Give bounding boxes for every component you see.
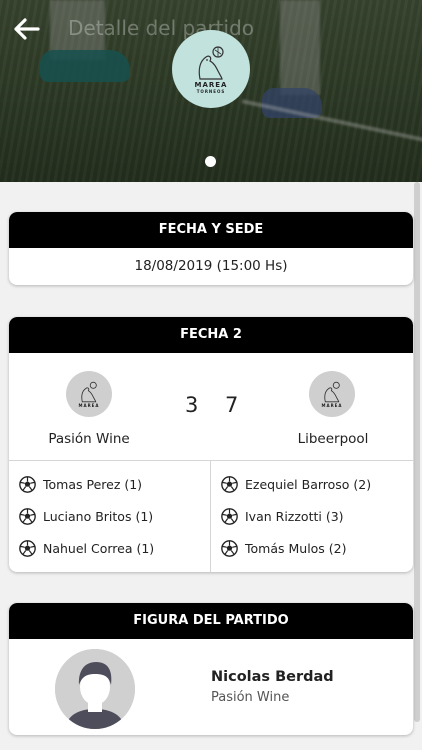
seal-logo-icon <box>324 381 340 402</box>
scorer-row: Nahuel Correa (1) <box>19 537 154 559</box>
soccer-ball-icon <box>221 507 238 525</box>
scorer-name: Nahuel Correa (1) <box>43 540 155 556</box>
scorer-name: Luciano Britos (1) <box>43 508 154 524</box>
scorer-name: Tomás Mulos (2) <box>245 540 347 556</box>
home-team-logo: MAREA <box>66 371 112 417</box>
away-score: 7 <box>225 393 239 417</box>
match-datetime: 18/08/2019 (15:00 Hs) <box>134 258 288 274</box>
soccer-ball-icon <box>221 475 238 493</box>
back-button[interactable] <box>14 18 40 40</box>
round-heading: FECHA 2 <box>9 317 413 353</box>
away-team[interactable]: MAREA Libeerpool <box>253 353 413 460</box>
match-card: FECHA 2 MAREA Pasión Wine 3 7 MAREA Libe… <box>9 317 413 572</box>
logo-text: MAREA <box>321 402 343 408</box>
scorer-name: Tomas Perez (1) <box>43 476 143 492</box>
user-avatar-icon <box>55 649 135 729</box>
scorer-row: Ivan Rizzotti (3) <box>221 505 344 527</box>
figure-heading: FIGURA DEL PARTIDO <box>9 603 413 639</box>
scorers-list: Tomas Perez (1) Luciano Britos (1) Nahue… <box>9 461 413 572</box>
logo-subtext: TORNEOS <box>196 88 226 94</box>
scorer-row: Tomas Perez (1) <box>19 473 142 495</box>
home-score: 3 <box>185 393 199 417</box>
scorer-name: Ivan Rizzotti (3) <box>245 508 344 524</box>
seal-logo-icon <box>198 45 224 80</box>
scorer-name: Ezequiel Barroso (2) <box>245 476 372 492</box>
scoreboard: MAREA Pasión Wine 3 7 MAREA Libeerpool <box>9 353 413 461</box>
player-name: Nicolas Berdad <box>211 669 334 685</box>
seal-logo-icon <box>81 381 97 402</box>
scrollbar[interactable] <box>414 182 420 722</box>
home-team[interactable]: MAREA Pasión Wine <box>9 353 169 460</box>
venue-card: FECHA Y SEDE 18/08/2019 (15:00 Hs) <box>9 212 413 285</box>
header-banner: Detalle del partido MAREA TORNEOS <box>0 0 422 182</box>
avatar <box>55 649 135 729</box>
away-team-name: Libeerpool <box>297 431 369 447</box>
player-team: Pasión Wine <box>211 690 290 705</box>
soccer-ball-icon <box>19 507 36 525</box>
logo-text: MAREA <box>194 80 228 89</box>
scorer-row: Ezequiel Barroso (2) <box>221 473 371 495</box>
home-scorers: Tomas Perez (1) Luciano Britos (1) Nahue… <box>9 461 210 572</box>
tournament-logo: MAREA TORNEOS <box>172 30 250 108</box>
soccer-ball-icon <box>19 475 36 493</box>
scorer-row: Luciano Britos (1) <box>19 505 153 527</box>
player-of-match-card[interactable]: FIGURA DEL PARTIDO Nicolas Berdad Pasión… <box>9 603 413 735</box>
scorer-row: Tomás Mulos (2) <box>221 537 347 559</box>
carousel-dot[interactable] <box>205 156 216 167</box>
venue-heading: FECHA Y SEDE <box>9 212 413 248</box>
soccer-ball-icon <box>19 539 36 557</box>
away-scorers: Ezequiel Barroso (2) Ivan Rizzotti (3) T… <box>211 461 412 572</box>
home-team-name: Pasión Wine <box>48 431 130 447</box>
soccer-ball-icon <box>221 539 238 557</box>
away-team-logo: MAREA <box>309 371 355 417</box>
logo-text: MAREA <box>78 402 100 408</box>
back-arrow-icon <box>14 18 40 40</box>
